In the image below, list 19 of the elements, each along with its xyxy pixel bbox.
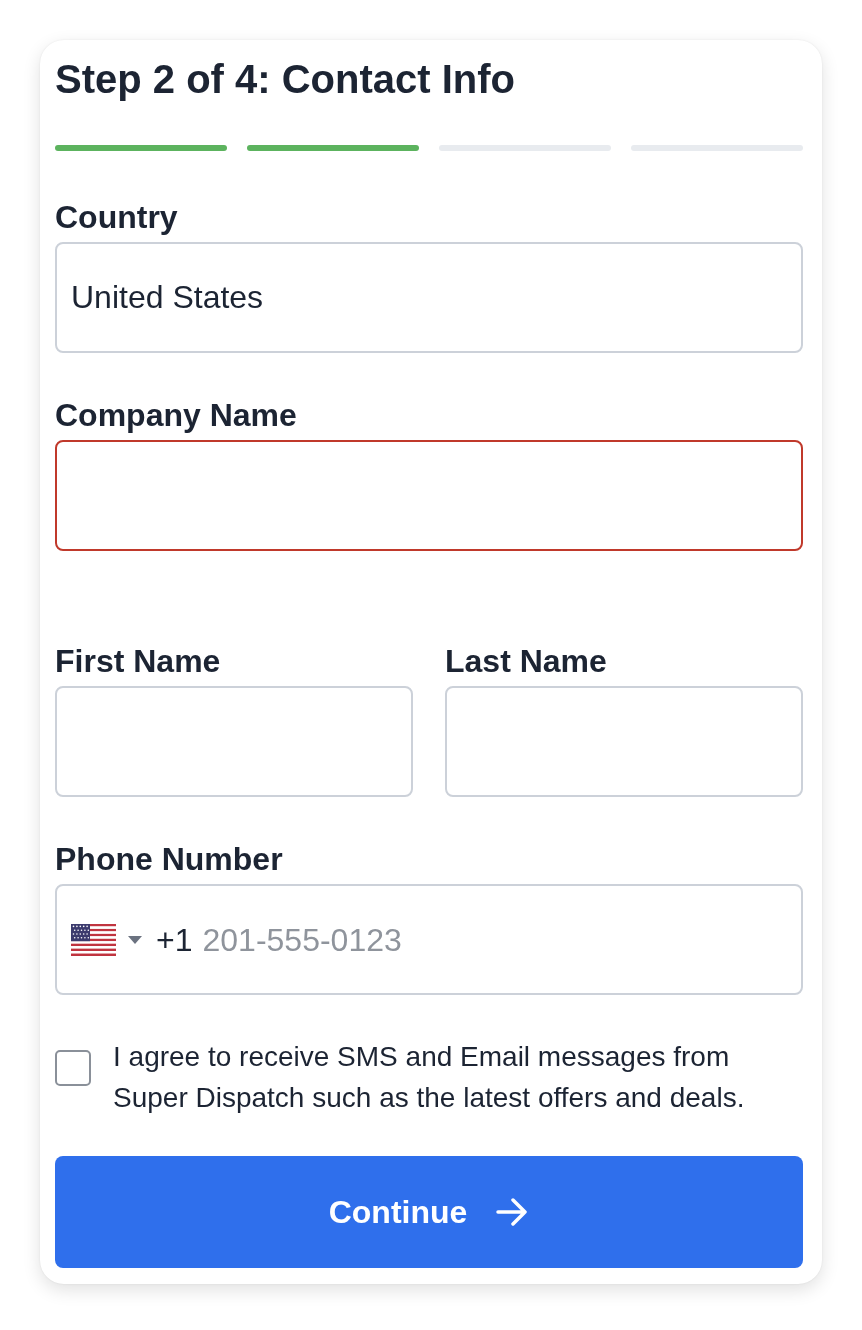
- last-name-field[interactable]: [445, 686, 803, 797]
- phone-number-input[interactable]: 201-555-0123: [202, 919, 787, 960]
- caret-icon[interactable]: [128, 935, 142, 944]
- dial-code: +1: [156, 920, 193, 960]
- consent-checkbox[interactable]: [55, 1050, 91, 1086]
- phone-field[interactable]: +1 201-555-0123: [55, 884, 803, 995]
- company-name-field[interactable]: [55, 440, 803, 551]
- flag-icon[interactable]: [71, 923, 116, 956]
- step-title: Step 2 of 4: Contact Info: [55, 56, 516, 103]
- consent-text: I agree to receive SMS and Email messages from Super Dispatch such as the latest offers and deals.: [113, 1040, 746, 1115]
- continue-button[interactable]: Continue: [55, 1156, 803, 1268]
- field-label: First Name: [55, 642, 222, 681]
- field-label: Country: [55, 198, 179, 237]
- first-name-field[interactable]: [55, 686, 413, 797]
- field-label: Company Name: [55, 396, 298, 435]
- field-label: Last Name: [445, 642, 608, 681]
- arrow-right-icon: [495, 1195, 530, 1229]
- country-field[interactable]: United States: [55, 242, 803, 353]
- field-label: Phone Number: [55, 840, 284, 879]
